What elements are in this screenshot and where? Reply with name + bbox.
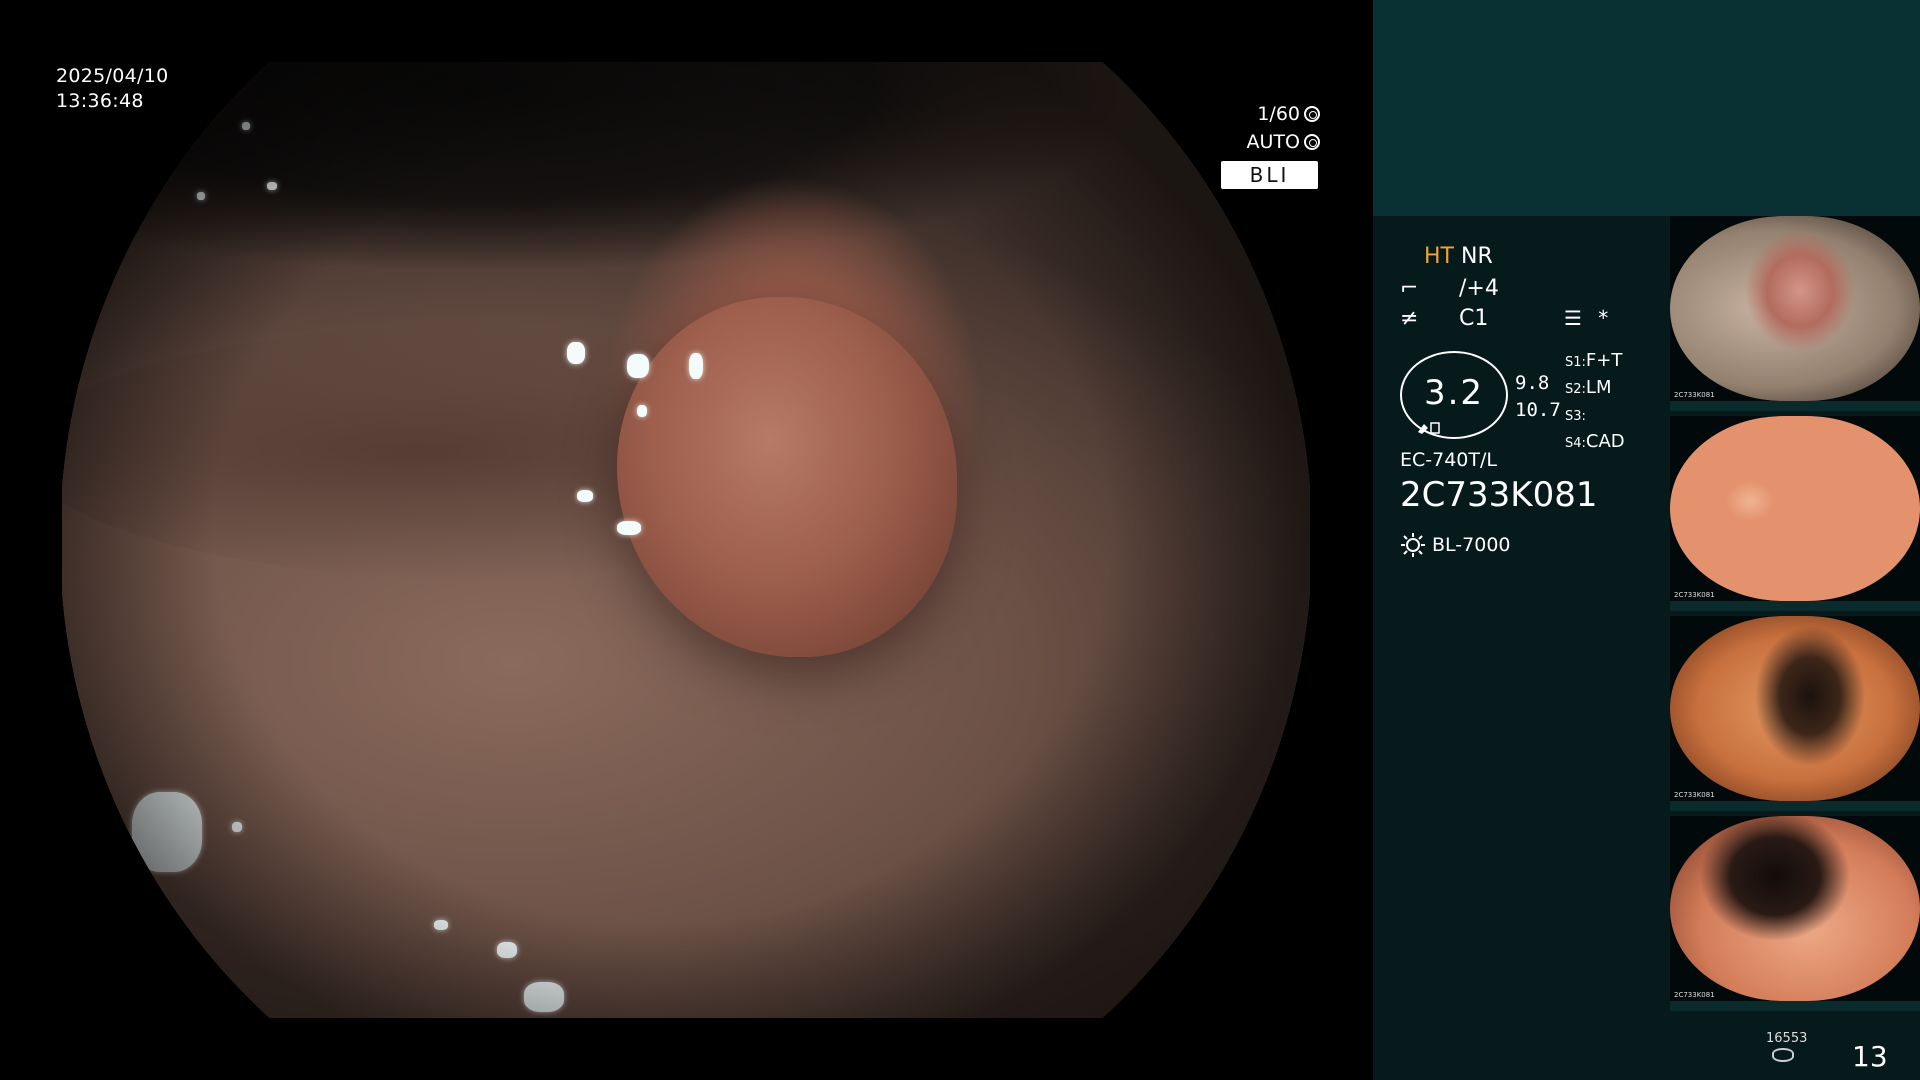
thumbnail-image: [1670, 216, 1920, 401]
exposure-info: 1/60 AUTO: [1247, 100, 1320, 156]
light-mode-badge: BLI: [1221, 161, 1318, 189]
iris-row: AUTO: [1247, 128, 1320, 156]
thumbnail-caption: 2C733K081: [1674, 791, 1715, 799]
thumbnail-caption: 2C733K081: [1674, 991, 1715, 999]
enhance-row: ⌐ /+4: [1400, 276, 1499, 301]
iris-icon: [1304, 134, 1320, 150]
storage-icon: [1772, 1048, 1794, 1062]
light-source-model: BL-7000: [1432, 534, 1511, 556]
ht-nr-row: HT NR: [1424, 244, 1493, 269]
endoscope-live-view: [62, 62, 1310, 1018]
zoom-mode-icon: [1418, 422, 1440, 434]
color-row: ≠ C1: [1400, 306, 1488, 331]
captured-thumbnail[interactable]: 2C733K081: [1670, 416, 1920, 611]
zoom-values: 9.8 10.7: [1515, 370, 1561, 424]
switch-s2: S2:LM: [1565, 377, 1612, 398]
thumbnail-bar: [1670, 801, 1920, 811]
structure-enhance-icon: ⌐: [1400, 276, 1419, 301]
color-enhance-icon: ≠: [1400, 306, 1419, 331]
light-source-icon: [1401, 533, 1425, 557]
settings-icons: ☰ *: [1564, 306, 1608, 330]
nr-indicator: NR: [1460, 244, 1493, 269]
light-source-row: BL-7000: [1400, 532, 1511, 558]
thumbnail-bar: [1670, 601, 1920, 611]
enhance-value: /+4: [1459, 276, 1499, 301]
timestamp: 2025/04/10 13:36:48: [56, 64, 169, 114]
color-value: C1: [1459, 306, 1489, 331]
thumbnail-bar: [1670, 1001, 1920, 1011]
iris-mode: AUTO: [1246, 131, 1300, 153]
captured-thumbnail[interactable]: 2C733K081: [1670, 616, 1920, 811]
shutter-speed: 1/60: [1257, 103, 1300, 125]
scope-model: EC-740T/L: [1400, 449, 1497, 471]
switch-s1: S1:F+T: [1565, 350, 1623, 371]
thumbnail-caption: 2C733K081: [1674, 391, 1715, 399]
zoom-value: 3.2: [1423, 373, 1485, 413]
stored-image-count: 16553: [1766, 1031, 1808, 1046]
captured-thumbnail[interactable]: 2C733K081: [1670, 216, 1920, 411]
thumbnail-bar: [1670, 401, 1920, 411]
ht-indicator: HT: [1424, 244, 1454, 269]
time-text: 13:36:48: [56, 90, 144, 112]
thumbnail-image: [1670, 816, 1920, 1001]
menu-icon: ☰: [1564, 306, 1582, 330]
switch-s4: S4:CAD: [1565, 431, 1625, 452]
shutter-icon: [1304, 106, 1320, 122]
thumbnail-caption: 2C733K081: [1674, 591, 1715, 599]
asterisk-icon: *: [1598, 306, 1609, 330]
capture-count: 13: [1852, 1040, 1888, 1073]
zoom-value-1: 9.8: [1515, 372, 1550, 394]
vignette: [62, 62, 1310, 1018]
thumbnail-image: [1670, 416, 1920, 601]
shutter-row: 1/60: [1247, 100, 1320, 128]
info-header-panel: [1373, 0, 1920, 216]
captured-thumbnail[interactable]: 2C733K081: [1670, 816, 1920, 1011]
thumbnail-image: [1670, 616, 1920, 801]
zoom-value-2: 10.7: [1515, 399, 1561, 421]
scope-serial: 2C733K081: [1400, 475, 1598, 515]
switch-assignments: S1:F+T S2:LM S3: S4:CAD: [1565, 348, 1625, 456]
switch-s3: S3:: [1565, 409, 1586, 424]
date-text: 2025/04/10: [56, 65, 169, 87]
